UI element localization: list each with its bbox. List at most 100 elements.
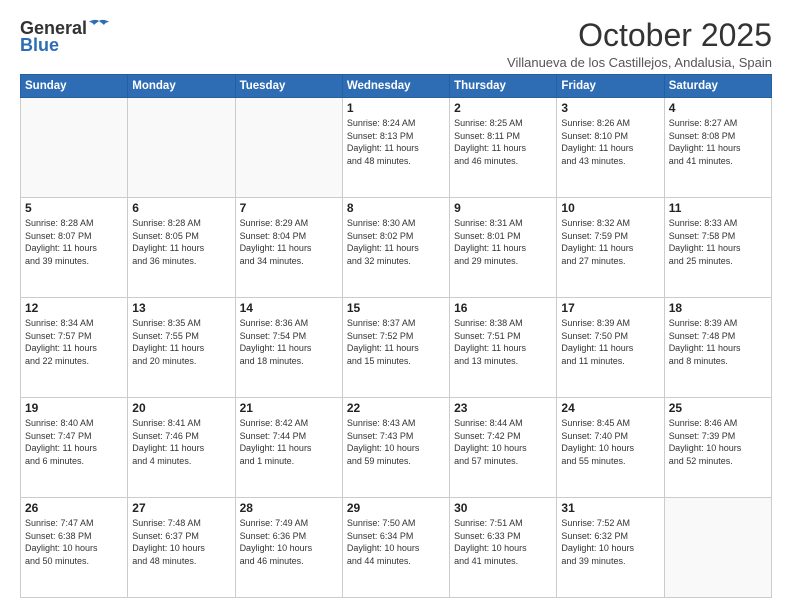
day-number: 22 [347, 401, 445, 415]
col-header-saturday: Saturday [664, 75, 771, 98]
calendar-cell [128, 98, 235, 198]
day-number: 9 [454, 201, 552, 215]
calendar-cell: 21Sunrise: 8:42 AM Sunset: 7:44 PM Dayli… [235, 398, 342, 498]
col-header-sunday: Sunday [21, 75, 128, 98]
day-info: Sunrise: 7:52 AM Sunset: 6:32 PM Dayligh… [561, 517, 659, 567]
day-number: 27 [132, 501, 230, 515]
calendar-cell: 16Sunrise: 8:38 AM Sunset: 7:51 PM Dayli… [450, 298, 557, 398]
col-header-monday: Monday [128, 75, 235, 98]
day-info: Sunrise: 8:43 AM Sunset: 7:43 PM Dayligh… [347, 417, 445, 467]
day-number: 5 [25, 201, 123, 215]
calendar-cell: 25Sunrise: 8:46 AM Sunset: 7:39 PM Dayli… [664, 398, 771, 498]
calendar-cell [235, 98, 342, 198]
calendar-week-row: 1 Sunrise: 8:24 AM Sunset: 8:13 PM Daylig… [21, 98, 772, 198]
calendar-cell: 23Sunrise: 8:44 AM Sunset: 7:42 PM Dayli… [450, 398, 557, 498]
calendar-cell: 22 Sunrise: 8:43 AM Sunset: 7:43 PM Dayli… [342, 398, 449, 498]
calendar-cell: 17 Sunrise: 8:39 AM Sunset: 7:50 PM Dayli… [557, 298, 664, 398]
day-info: Sunrise: 7:50 AM Sunset: 6:34 PM Dayligh… [347, 517, 445, 567]
day-info: Sunrise: 8:35 AM Sunset: 7:55 PM Dayligh… [132, 317, 230, 367]
day-number: 15 [347, 301, 445, 315]
day-info: Sunrise: 8:34 AM Sunset: 7:57 PM Dayligh… [25, 317, 123, 367]
calendar-cell: 10Sunrise: 8:32 AM Sunset: 7:59 PM Dayli… [557, 198, 664, 298]
calendar-cell: 1 Sunrise: 8:24 AM Sunset: 8:13 PM Daylig… [342, 98, 449, 198]
day-info: Sunrise: 8:29 AM Sunset: 8:04 PM Dayligh… [240, 217, 338, 267]
logo: General Blue [20, 18, 109, 56]
calendar-cell: 20 Sunrise: 8:41 AM Sunset: 7:46 PM Dayli… [128, 398, 235, 498]
calendar-cell: 14Sunrise: 8:36 AM Sunset: 7:54 PM Dayli… [235, 298, 342, 398]
calendar-cell: 8Sunrise: 8:30 AM Sunset: 8:02 PM Daylig… [342, 198, 449, 298]
day-info: Sunrise: 8:39 AM Sunset: 7:50 PM Dayligh… [561, 317, 659, 367]
calendar-header-row: SundayMondayTuesdayWednesdayThursdayFrid… [21, 75, 772, 98]
day-info: Sunrise: 8:39 AM Sunset: 7:48 PM Dayligh… [669, 317, 767, 367]
day-info: Sunrise: 8:25 AM Sunset: 8:11 PM Dayligh… [454, 117, 552, 167]
day-info: Sunrise: 7:49 AM Sunset: 6:36 PM Dayligh… [240, 517, 338, 567]
calendar-week-row: 5 Sunrise: 8:28 AM Sunset: 8:07 PM Daylig… [21, 198, 772, 298]
day-info: Sunrise: 8:46 AM Sunset: 7:39 PM Dayligh… [669, 417, 767, 467]
calendar-cell: 29 Sunrise: 7:50 AM Sunset: 6:34 PM Dayli… [342, 498, 449, 598]
calendar-week-row: 12Sunrise: 8:34 AM Sunset: 7:57 PM Dayli… [21, 298, 772, 398]
calendar-cell [21, 98, 128, 198]
day-info: Sunrise: 8:33 AM Sunset: 7:58 PM Dayligh… [669, 217, 767, 267]
day-info: Sunrise: 8:41 AM Sunset: 7:46 PM Dayligh… [132, 417, 230, 467]
col-header-tuesday: Tuesday [235, 75, 342, 98]
calendar-cell: 4 Sunrise: 8:27 AM Sunset: 8:08 PM Daylig… [664, 98, 771, 198]
day-info: Sunrise: 8:28 AM Sunset: 8:07 PM Dayligh… [25, 217, 123, 267]
day-info: Sunrise: 8:26 AM Sunset: 8:10 PM Dayligh… [561, 117, 659, 167]
calendar-table: SundayMondayTuesdayWednesdayThursdayFrid… [20, 74, 772, 598]
col-header-wednesday: Wednesday [342, 75, 449, 98]
day-number: 29 [347, 501, 445, 515]
calendar-cell: 3 Sunrise: 8:26 AM Sunset: 8:10 PM Daylig… [557, 98, 664, 198]
day-number: 1 [347, 101, 445, 115]
col-header-thursday: Thursday [450, 75, 557, 98]
calendar-week-row: 26 Sunrise: 7:47 AM Sunset: 6:38 PM Dayli… [21, 498, 772, 598]
calendar-cell: 15Sunrise: 8:37 AM Sunset: 7:52 PM Dayli… [342, 298, 449, 398]
day-info: Sunrise: 8:44 AM Sunset: 7:42 PM Dayligh… [454, 417, 552, 467]
calendar-cell: 6 Sunrise: 8:28 AM Sunset: 8:05 PM Daylig… [128, 198, 235, 298]
subtitle: Villanueva de los Castillejos, Andalusia… [507, 55, 772, 70]
day-number: 4 [669, 101, 767, 115]
day-info: Sunrise: 8:32 AM Sunset: 7:59 PM Dayligh… [561, 217, 659, 267]
day-number: 31 [561, 501, 659, 515]
calendar-cell: 5 Sunrise: 8:28 AM Sunset: 8:07 PM Daylig… [21, 198, 128, 298]
calendar-cell: 28 Sunrise: 7:49 AM Sunset: 6:36 PM Dayli… [235, 498, 342, 598]
day-info: Sunrise: 8:40 AM Sunset: 7:47 PM Dayligh… [25, 417, 123, 467]
day-info: Sunrise: 7:47 AM Sunset: 6:38 PM Dayligh… [25, 517, 123, 567]
logo-blue: Blue [20, 35, 59, 56]
day-info: Sunrise: 8:31 AM Sunset: 8:01 PM Dayligh… [454, 217, 552, 267]
day-number: 11 [669, 201, 767, 215]
calendar-cell: 30Sunrise: 7:51 AM Sunset: 6:33 PM Dayli… [450, 498, 557, 598]
calendar-cell: 9 Sunrise: 8:31 AM Sunset: 8:01 PM Daylig… [450, 198, 557, 298]
calendar-cell: 19 Sunrise: 8:40 AM Sunset: 7:47 PM Dayli… [21, 398, 128, 498]
day-info: Sunrise: 8:24 AM Sunset: 8:13 PM Dayligh… [347, 117, 445, 167]
calendar-cell: 26 Sunrise: 7:47 AM Sunset: 6:38 PM Dayli… [21, 498, 128, 598]
header: General Blue October 2025 Villanueva de … [20, 18, 772, 70]
day-info: Sunrise: 8:28 AM Sunset: 8:05 PM Dayligh… [132, 217, 230, 267]
calendar-cell: 11 Sunrise: 8:33 AM Sunset: 7:58 PM Dayli… [664, 198, 771, 298]
day-number: 24 [561, 401, 659, 415]
day-number: 19 [25, 401, 123, 415]
day-number: 28 [240, 501, 338, 515]
logo-bird-icon [89, 19, 109, 35]
day-number: 26 [25, 501, 123, 515]
calendar-cell: 27Sunrise: 7:48 AM Sunset: 6:37 PM Dayli… [128, 498, 235, 598]
calendar-week-row: 19 Sunrise: 8:40 AM Sunset: 7:47 PM Dayli… [21, 398, 772, 498]
page: General Blue October 2025 Villanueva de … [0, 0, 792, 612]
month-title: October 2025 [507, 18, 772, 53]
calendar-cell: 24 Sunrise: 8:45 AM Sunset: 7:40 PM Dayli… [557, 398, 664, 498]
calendar-cell: 12Sunrise: 8:34 AM Sunset: 7:57 PM Dayli… [21, 298, 128, 398]
day-number: 3 [561, 101, 659, 115]
day-number: 20 [132, 401, 230, 415]
col-header-friday: Friday [557, 75, 664, 98]
day-info: Sunrise: 8:27 AM Sunset: 8:08 PM Dayligh… [669, 117, 767, 167]
calendar-cell: 31 Sunrise: 7:52 AM Sunset: 6:32 PM Dayli… [557, 498, 664, 598]
day-number: 6 [132, 201, 230, 215]
day-number: 17 [561, 301, 659, 315]
day-info: Sunrise: 8:30 AM Sunset: 8:02 PM Dayligh… [347, 217, 445, 267]
day-info: Sunrise: 8:42 AM Sunset: 7:44 PM Dayligh… [240, 417, 338, 467]
calendar-cell [664, 498, 771, 598]
day-number: 2 [454, 101, 552, 115]
day-info: Sunrise: 8:45 AM Sunset: 7:40 PM Dayligh… [561, 417, 659, 467]
day-info: Sunrise: 8:38 AM Sunset: 7:51 PM Dayligh… [454, 317, 552, 367]
day-number: 13 [132, 301, 230, 315]
calendar-cell: 18Sunrise: 8:39 AM Sunset: 7:48 PM Dayli… [664, 298, 771, 398]
